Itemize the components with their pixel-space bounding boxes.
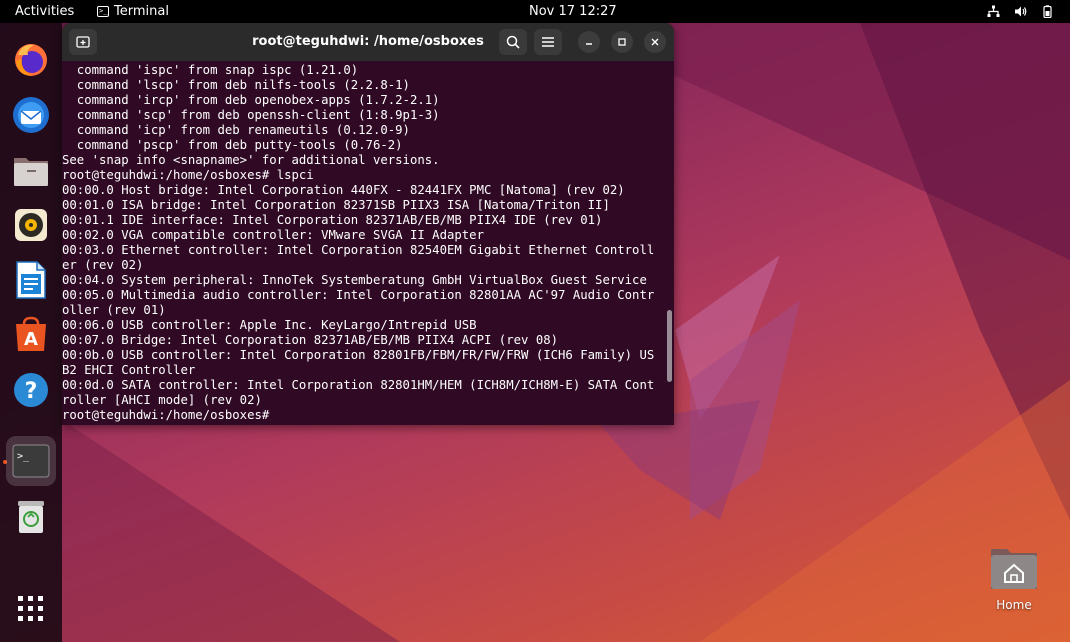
- hamburger-menu-icon: [542, 37, 554, 47]
- top-bar: Activities >_ Terminal Nov 17 12:27: [0, 0, 1070, 23]
- terminal-line: 00:01.1 IDE interface: Intel Corporation…: [62, 213, 603, 227]
- dock: A ? >_: [0, 23, 62, 642]
- dock-item-files[interactable]: [6, 145, 56, 195]
- help-icon: ?: [14, 373, 48, 407]
- terminal-icon: >_: [12, 444, 50, 478]
- system-tray[interactable]: [987, 0, 1054, 23]
- terminal-window[interactable]: root@teguhdwi: /home/osboxes command 'is…: [62, 23, 674, 425]
- terminal-prompt[interactable]: root@teguhdwi:/home/osboxes#: [62, 408, 674, 423]
- app-grid-icon: [18, 596, 43, 621]
- desktop-home-folder[interactable]: Home: [984, 545, 1044, 612]
- activities-button[interactable]: Activities: [15, 0, 74, 23]
- menu-button[interactable]: [534, 29, 562, 55]
- terminal-line: command 'ispc' from snap ispc (1.21.0): [62, 63, 359, 77]
- network-icon: [987, 5, 1000, 17]
- terminal-output[interactable]: command 'ispc' from snap ispc (1.21.0) c…: [62, 61, 674, 425]
- svg-text:>_: >_: [17, 451, 30, 462]
- terminal-line: See 'snap info <snapname>' for additiona…: [62, 153, 440, 167]
- terminal-line: 00:06.0 USB controller: Apple Inc. KeyLa…: [62, 318, 477, 332]
- terminal-line: 00:02.0 VGA compatible controller: VMwar…: [62, 228, 484, 242]
- app-menu[interactable]: >_ Terminal: [97, 0, 169, 23]
- terminal-line: 00:0d.0 SATA controller: Intel Corporati…: [62, 378, 655, 392]
- terminal-line: 00:01.0 ISA bridge: Intel Corporation 82…: [62, 198, 610, 212]
- firefox-icon: [15, 44, 47, 76]
- dock-item-writer[interactable]: [6, 255, 56, 305]
- terminal-line: command 'scp' from deb openssh-client (1…: [62, 108, 440, 122]
- maximize-button[interactable]: [611, 31, 633, 53]
- terminal-icon: >_: [97, 6, 109, 17]
- close-button[interactable]: [644, 31, 666, 53]
- maximize-icon: [618, 38, 626, 46]
- terminal-line: B2 EHCI Controller: [62, 363, 196, 377]
- trash-icon: [18, 501, 44, 533]
- terminal-line: command 'pscp' from deb putty-tools (0.7…: [62, 138, 403, 152]
- minimize-button[interactable]: [578, 31, 600, 53]
- dock-item-firefox[interactable]: [6, 35, 56, 85]
- terminal-line: 00:03.0 Ethernet controller: Intel Corpo…: [62, 243, 655, 257]
- dock-item-rhythmbox[interactable]: [6, 200, 56, 250]
- terminal-titlebar[interactable]: root@teguhdwi: /home/osboxes: [62, 23, 674, 61]
- search-button[interactable]: [499, 29, 527, 55]
- files-icon: [14, 158, 48, 186]
- terminal-line: 00:00.0 Host bridge: Intel Corporation 4…: [62, 183, 625, 197]
- terminal-line: oller (rev 01): [62, 303, 166, 317]
- home-folder-label: Home: [996, 598, 1032, 612]
- dock-item-thunderbird[interactable]: [6, 90, 56, 140]
- thunderbird-icon: [13, 97, 49, 133]
- clock[interactable]: Nov 17 12:27: [529, 0, 617, 23]
- svg-text:A: A: [24, 329, 38, 350]
- svg-text:?: ?: [25, 379, 38, 404]
- home-folder-icon: [991, 549, 1037, 589]
- terminal-line: 00:05.0 Multimedia audio controller: Int…: [62, 288, 655, 302]
- dock-item-trash[interactable]: [6, 491, 56, 541]
- search-icon: [506, 35, 520, 49]
- volume-icon: [1015, 6, 1027, 17]
- minimize-icon: [586, 43, 592, 45]
- battery-icon: [1043, 5, 1052, 18]
- dock-item-terminal[interactable]: >_: [6, 436, 56, 486]
- terminal-scrollbar[interactable]: [667, 310, 672, 382]
- dock-item-software[interactable]: A: [6, 310, 56, 360]
- rhythmbox-icon: [15, 209, 47, 241]
- software-icon: A: [16, 316, 46, 351]
- terminal-line: 00:04.0 System peripheral: InnoTek Syste…: [62, 273, 647, 287]
- terminal-line: 00:07.0 Bridge: Intel Corporation 82371A…: [62, 333, 559, 347]
- writer-icon: [16, 261, 46, 299]
- terminal-line: 00:0b.0 USB controller: Intel Corporatio…: [62, 348, 655, 362]
- terminal-line: command 'icp' from deb renameutils (0.12…: [62, 123, 410, 137]
- app-menu-label: Terminal: [114, 4, 169, 19]
- terminal-line: roller [AHCI mode] (rev 02): [62, 393, 262, 407]
- dock-item-show-apps[interactable]: [6, 584, 56, 634]
- close-icon: [651, 38, 659, 46]
- terminal-line: command 'ircp' from deb openobex-apps (1…: [62, 93, 440, 107]
- terminal-line: er (rev 02): [62, 258, 144, 272]
- terminal-line: command 'lscp' from deb nilfs-tools (2.2…: [62, 78, 410, 92]
- dock-item-help[interactable]: ?: [6, 365, 56, 415]
- terminal-line: root@teguhdwi:/home/osboxes# lspci: [62, 168, 314, 182]
